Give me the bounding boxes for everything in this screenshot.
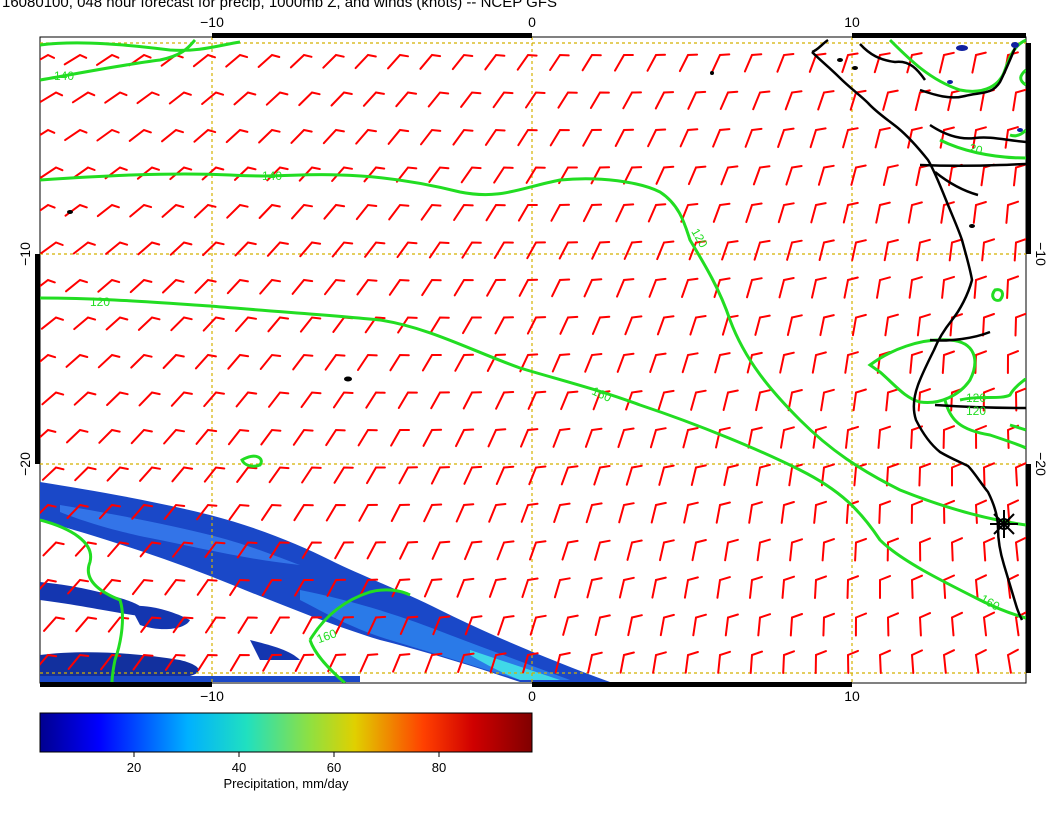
lon-tick-label: 0 [528, 688, 536, 704]
station-marker [990, 510, 1018, 538]
lon-tick-label: −10 [200, 688, 224, 704]
colorbar-tick-label: 40 [232, 760, 246, 775]
colorbar-tick-label: 80 [432, 760, 446, 775]
colorbar: 20 40 60 80 Precipitation, mm/day [39, 712, 533, 791]
lat-tick-label: −10 [1033, 242, 1049, 266]
forecast-map: 140 140 120 120 160 160 160 120 120 20 −… [17, 14, 1049, 791]
lon-tick-label: −10 [200, 14, 224, 30]
contour-label: 120 [966, 404, 986, 418]
contour-label: 140 [262, 169, 282, 183]
lat-tick-label: −20 [1033, 452, 1049, 476]
lon-ticks-bottom: −10 0 10 [200, 688, 860, 704]
colorbar-tick-label: 60 [327, 760, 341, 775]
colorbar-gradient [39, 712, 533, 753]
lon-tick-label: 10 [844, 14, 860, 30]
lon-tick-label: 10 [844, 688, 860, 704]
colorbar-label: Precipitation, mm/day [224, 776, 349, 791]
contour-label: 140 [54, 69, 74, 83]
contour-label: 120 [966, 391, 986, 405]
lat-tick-label: −20 [17, 452, 33, 476]
lon-ticks-top: −10 0 10 [200, 14, 860, 30]
lat-tick-label: −10 [17, 242, 33, 266]
lat-ticks-left: −10 −20 [17, 242, 33, 476]
colorbar-tick-label: 20 [127, 760, 141, 775]
lat-ticks-right: −10 −20 [1033, 242, 1049, 476]
lon-tick-label: 0 [528, 14, 536, 30]
contour-label: 120 [90, 295, 110, 309]
